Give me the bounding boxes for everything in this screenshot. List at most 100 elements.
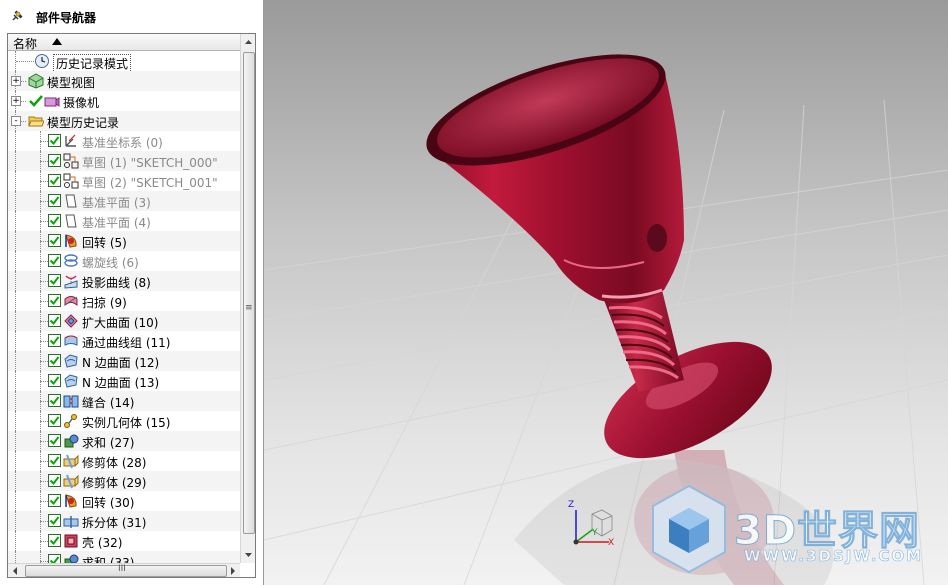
visibility-checkbox[interactable] — [48, 134, 61, 147]
tree-row[interactable]: 修剪体 (29) — [8, 471, 240, 491]
tree-line — [15, 391, 16, 411]
visibility-checkbox[interactable] — [48, 434, 61, 447]
visibility-checkbox[interactable] — [48, 194, 61, 207]
tree-row[interactable]: 通过曲线组 (11) — [8, 331, 240, 351]
tree-row[interactable]: 回转 (5) — [8, 231, 240, 251]
tree-row-label: 求和 (27) — [82, 436, 135, 450]
tree-row[interactable]: 基准平面 (3) — [8, 191, 240, 211]
tree-row[interactable]: 实例几何体 (15) — [8, 411, 240, 431]
navigator-title-bar: 部件导航器 — [0, 0, 262, 32]
pin-icon[interactable] — [10, 9, 24, 23]
checkmark-icon[interactable] — [28, 93, 44, 109]
tree-line — [15, 271, 16, 291]
tree-row[interactable]: 扩大曲面 (10) — [8, 311, 240, 331]
vertical-scrollbar[interactable]: ≡ — [240, 34, 255, 563]
tree-row[interactable]: + 模型视图 — [8, 71, 240, 91]
tree-row[interactable]: 螺旋线 (6) — [8, 251, 240, 271]
visibility-checkbox[interactable] — [48, 314, 61, 327]
tree-line — [40, 281, 48, 282]
scroll-right-button[interactable] — [226, 565, 239, 577]
visibility-checkbox[interactable] — [48, 394, 61, 407]
visibility-checkbox[interactable] — [48, 414, 61, 427]
tree-line — [40, 201, 48, 202]
tree-row-label: 基准坐标系 (0) — [82, 136, 163, 150]
horizontal-scroll-thumb[interactable]: III — [25, 564, 227, 577]
tree-row-label: 修剪体 (28) — [82, 456, 147, 470]
part-navigator-panel: 部件导航器 名称 历史记录模式 + 模型视图 + 摄像机 - 模型历史记录基准坐标系 (0)… — [0, 0, 264, 585]
tree-line — [15, 431, 16, 451]
scroll-up-button[interactable] — [242, 35, 255, 50]
tree-row[interactable]: 投影曲线 (8) — [8, 271, 240, 291]
column-header-name[interactable]: 名称 — [8, 34, 240, 51]
tree-row[interactable]: 缝合 (14) — [8, 391, 240, 411]
tree-line — [15, 471, 16, 491]
tree-line — [15, 331, 16, 351]
sort-ascending-icon — [52, 38, 62, 45]
visibility-checkbox[interactable] — [48, 234, 61, 247]
tree-line — [40, 321, 48, 322]
datum-csys-icon — [63, 133, 79, 149]
tree-line — [40, 221, 48, 222]
tree-row[interactable]: + 摄像机 — [8, 91, 240, 111]
tree-line — [15, 231, 16, 251]
model-views-icon — [28, 73, 44, 89]
tree-row[interactable]: 草图 (1) "SKETCH_000" — [8, 151, 240, 171]
watermark-logo-icon — [649, 482, 729, 577]
tree-row-label: N 边曲面 (13) — [82, 376, 160, 390]
tree-row[interactable]: 求和 (27) — [8, 431, 240, 451]
tree-row[interactable]: 扫掠 (9) — [8, 291, 240, 311]
tree-line — [40, 501, 48, 502]
tree-row[interactable]: 基准坐标系 (0) — [8, 131, 240, 151]
expand-icon[interactable]: + — [11, 96, 21, 106]
datum-plane-icon — [63, 193, 79, 209]
visibility-checkbox[interactable] — [48, 294, 61, 307]
expand-icon[interactable]: + — [11, 76, 21, 86]
tree-row[interactable]: - 模型历史记录 — [8, 111, 240, 131]
scroll-left-button[interactable] — [9, 565, 22, 577]
tree-line — [40, 241, 48, 242]
visibility-checkbox[interactable] — [48, 214, 61, 227]
tree-line — [40, 141, 48, 142]
horizontal-scrollbar[interactable]: III — [8, 563, 240, 577]
tree-line — [40, 561, 48, 562]
visibility-checkbox[interactable] — [48, 494, 61, 507]
visibility-checkbox[interactable] — [48, 374, 61, 387]
visibility-checkbox[interactable] — [48, 274, 61, 287]
tree-row[interactable]: 历史记录模式 — [8, 51, 240, 73]
tree-line — [40, 181, 48, 182]
tree-row[interactable]: 壳 (32) — [8, 531, 240, 551]
scroll-down-button[interactable] — [242, 547, 255, 562]
triad-x-label: X — [608, 538, 615, 548]
tree-row[interactable]: 拆分体 (31) — [8, 511, 240, 531]
tree-line — [15, 411, 16, 431]
visibility-checkbox[interactable] — [48, 334, 61, 347]
visibility-checkbox[interactable] — [48, 154, 61, 167]
helix-icon — [63, 253, 79, 269]
vertical-scroll-thumb[interactable]: ≡ — [243, 52, 255, 534]
tree-row-label: 草图 (1) "SKETCH_000" — [82, 156, 218, 170]
tree-line — [15, 211, 16, 231]
visibility-checkbox[interactable] — [48, 454, 61, 467]
tree-line — [15, 311, 16, 331]
navigator-tree: 名称 历史记录模式 + 模型视图 + 摄像机 - 模型历史记录基准坐标系 (0) 草图 (1)… — [7, 33, 256, 578]
graphics-viewport[interactable]: Z Y X 3D世界网 WWW.3DSJW.COM — [264, 0, 948, 585]
tree-row[interactable]: 回转 (30) — [8, 491, 240, 511]
collapse-icon[interactable]: - — [11, 116, 21, 126]
tree-row[interactable]: 基准平面 (4) — [8, 211, 240, 231]
visibility-checkbox[interactable] — [48, 514, 61, 527]
tree-rows: 历史记录模式 + 模型视图 + 摄像机 - 模型历史记录基准坐标系 (0) 草图 (1) "S… — [8, 51, 240, 571]
visibility-checkbox[interactable] — [48, 174, 61, 187]
tree-row[interactable]: N 边曲面 (12) — [8, 351, 240, 371]
tree-line — [40, 441, 48, 442]
n-sided-surface-icon — [63, 353, 79, 369]
tree-line — [15, 491, 16, 511]
tree-line — [40, 421, 48, 422]
tree-row[interactable]: N 边曲面 (13) — [8, 371, 240, 391]
visibility-checkbox[interactable] — [48, 534, 61, 547]
tree-row[interactable]: 草图 (2) "SKETCH_001" — [8, 171, 240, 191]
tree-row[interactable]: 修剪体 (28) — [8, 451, 240, 471]
tree-row-label: 回转 (5) — [82, 236, 127, 250]
visibility-checkbox[interactable] — [48, 474, 61, 487]
visibility-checkbox[interactable] — [48, 254, 61, 267]
visibility-checkbox[interactable] — [48, 354, 61, 367]
